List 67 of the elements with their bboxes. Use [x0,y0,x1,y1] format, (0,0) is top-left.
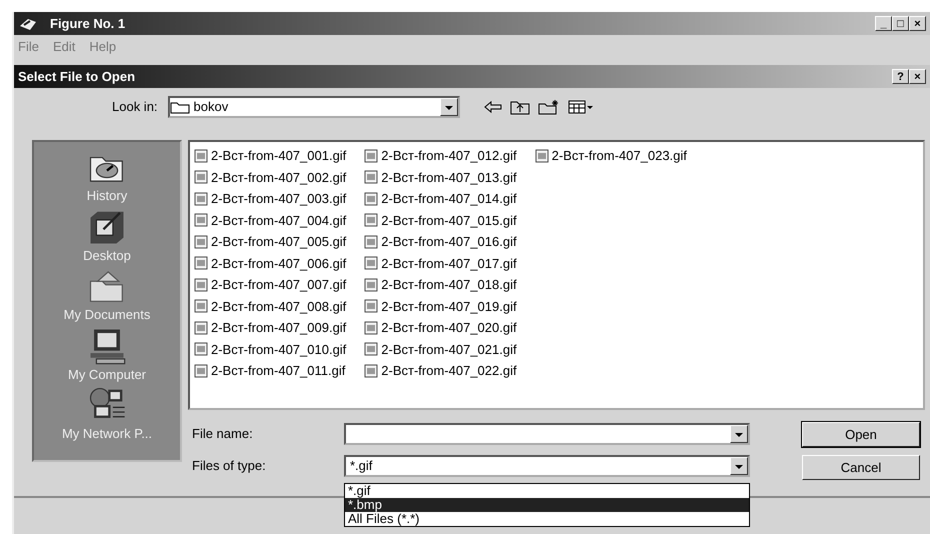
listing-entry[interactable]: 2-Вст-from-407_001.gif [194,145,346,166]
dialog-title: Select File to Open [18,68,136,86]
image-file-icon [364,320,378,335]
new-folder-icon [538,99,560,115]
listing-entry[interactable]: 2-Вст-from-407_013.gif [364,166,517,188]
up-folder-icon [510,99,530,115]
listing-entry[interactable]: 2-Вст-from-407_012.gif [364,145,517,166]
listing-entry[interactable]: 2-Вст-from-407_018.gif [364,274,517,296]
view-menu-icon [568,100,594,114]
listing-entry[interactable]: 2-Вст-from-407_010.gif [194,338,346,360]
image-file-icon [194,148,208,163]
image-file-icon [534,148,549,163]
look-in-label: Look in: [112,98,158,116]
dialog-control-button[interactable]: × [909,69,926,84]
window-title: Figure No. 1 [50,14,126,33]
listing-entry[interactable]: 2-Вст-from-407_009.gif [194,317,346,338]
image-file-icon [364,170,378,184]
image-file-icon [364,192,378,206]
listing-entry[interactable]: 2-Вст-from-407_011.gif [194,360,346,382]
dialog-control-button[interactable]: ? [892,69,909,84]
image-file-icon [194,299,208,314]
file-name-label: File name: [191,425,254,444]
folder-icon [170,100,190,114]
listing-entry[interactable]: 2-Вст-from-407_003.gif [194,188,346,210]
listing-entry[interactable]: 2-Вст-from-407_023.gif [534,145,687,166]
image-file-icon [194,170,208,184]
dropdown-option[interactable]: *.bmp [345,498,749,512]
open-button[interactable]: Open [802,422,920,447]
listing-entry[interactable]: 2-Вст-from-407_019.gif [364,296,517,317]
look-in-combo[interactable]: bokov [168,96,460,118]
image-file-icon [364,148,378,163]
image-file-icon [194,256,208,270]
image-file-icon [364,213,378,228]
image-file-icon [194,342,208,356]
cancel-button[interactable]: Cancel [802,455,920,480]
image-file-icon [194,364,208,378]
window-control-button[interactable]: □ [892,16,909,31]
listing-entry[interactable]: 2-Вст-from-407_016.gif [364,231,517,252]
listing-entry[interactable]: 2-Вст-from-407_022.gif [364,360,517,382]
image-file-icon [364,234,378,249]
window-control-button[interactable]: _ [875,16,892,31]
listing-entry[interactable]: 2-Вст-from-407_020.gif [364,317,517,338]
listing-entry[interactable]: 2-Вст-from-407_015.gif [364,210,517,231]
listing-entry[interactable]: 2-Вст-from-407_014.gif [364,188,517,210]
file-name-combo[interactable] [344,423,750,445]
image-file-icon [194,234,208,249]
image-file-icon [194,192,208,206]
image-file-icon [194,278,208,292]
listing-entry[interactable]: 2-Вст-from-407_008.gif [194,296,346,317]
file-type-combo[interactable]: *.gif [344,455,750,477]
listing-entry[interactable]: 2-Вст-from-407_002.gif [194,166,346,188]
listing-entry[interactable]: 2-Вст-from-407_005.gif [194,231,346,252]
image-file-icon [364,278,378,292]
image-file-icon [194,320,208,335]
back-arrow-icon [484,100,502,114]
listing-entry[interactable]: 2-Вст-from-407_017.gif [364,252,517,274]
image-file-icon [194,213,208,228]
listing-entry[interactable]: 2-Вст-from-407_007.gif [194,274,346,296]
listing-entry[interactable]: 2-Вст-from-407_006.gif [194,252,346,274]
listing-entry[interactable]: 2-Вст-from-407_004.gif [194,210,346,231]
window-control-button[interactable]: × [909,16,926,31]
file-type-label: Files of type: [191,457,267,476]
image-file-icon [364,342,378,356]
image-file-icon [364,299,378,314]
listing-entry[interactable]: 2-Вст-from-407_021.gif [364,338,517,360]
image-file-icon [364,364,378,378]
image-file-icon [364,256,378,270]
